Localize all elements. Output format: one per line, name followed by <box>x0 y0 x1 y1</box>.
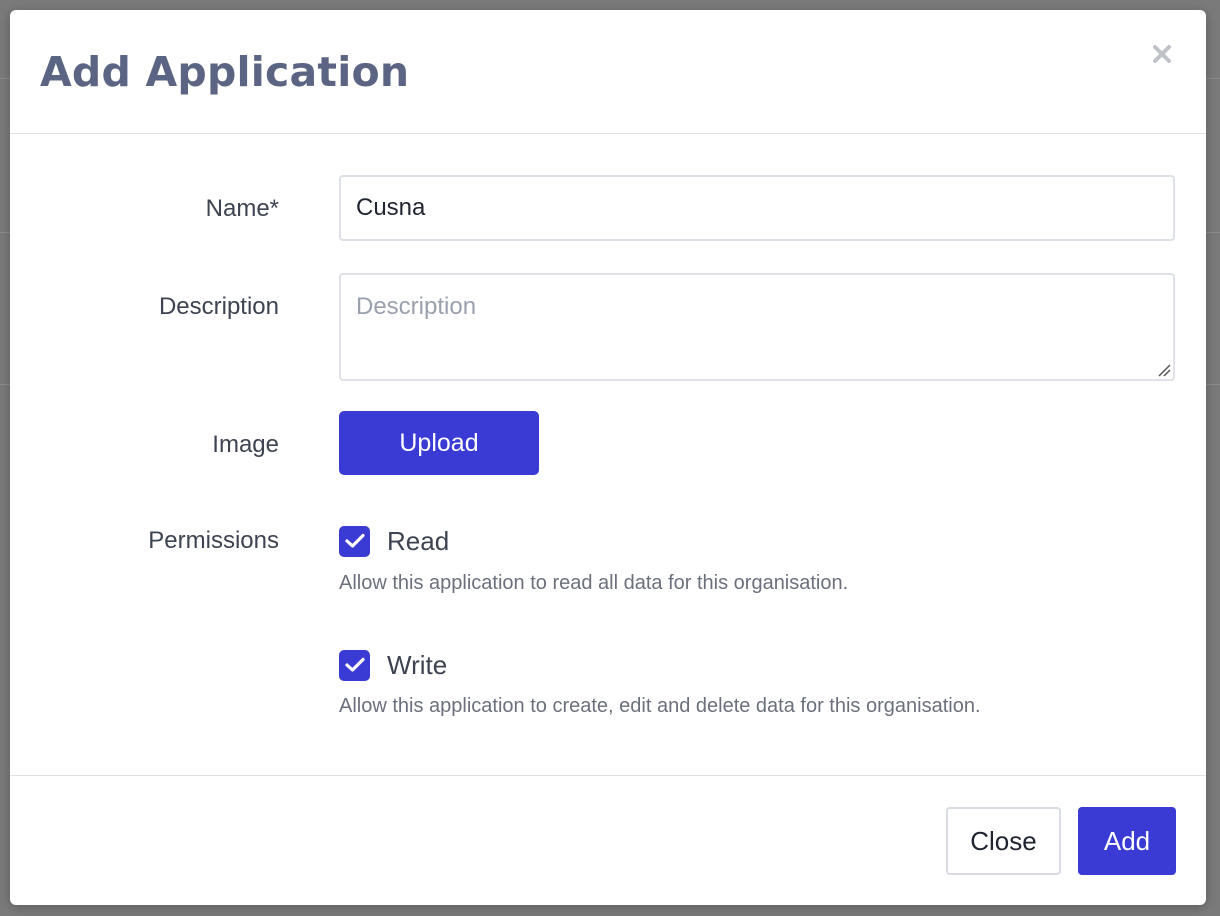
close-icon[interactable] <box>1150 42 1174 66</box>
description-textarea[interactable] <box>339 273 1175 381</box>
close-button[interactable]: Close <box>946 807 1061 875</box>
name-input[interactable] <box>339 175 1175 241</box>
resize-handle-icon[interactable] <box>1157 363 1171 377</box>
add-application-modal: Add Application Name* Description Image … <box>10 10 1206 905</box>
upload-button[interactable]: Upload <box>339 411 539 475</box>
read-permission-label: Read <box>387 525 450 556</box>
write-permission-label: Write <box>387 649 448 680</box>
write-permission-help: Allow this application to create, edit a… <box>339 695 981 717</box>
read-permission-row[interactable]: Read <box>339 525 449 557</box>
modal-header: Add Application <box>10 10 1206 134</box>
name-label: Name* <box>205 195 279 222</box>
write-checkbox[interactable] <box>339 649 370 681</box>
add-button[interactable]: Add <box>1078 807 1176 875</box>
read-permission-help: Allow this application to read all data … <box>339 572 849 594</box>
modal-title: Add Application <box>40 48 410 96</box>
modal-footer: Close Add <box>10 775 1206 905</box>
modal-body: Name* Description Image Upload Permissio… <box>10 134 1206 774</box>
checkmark-icon <box>344 657 365 672</box>
checkmark-icon <box>344 533 365 548</box>
write-permission-row[interactable]: Write <box>339 649 447 681</box>
read-checkbox[interactable] <box>339 525 370 557</box>
permissions-label: Permissions <box>148 527 279 554</box>
image-label: Image <box>212 431 279 458</box>
description-label: Description <box>158 293 279 320</box>
